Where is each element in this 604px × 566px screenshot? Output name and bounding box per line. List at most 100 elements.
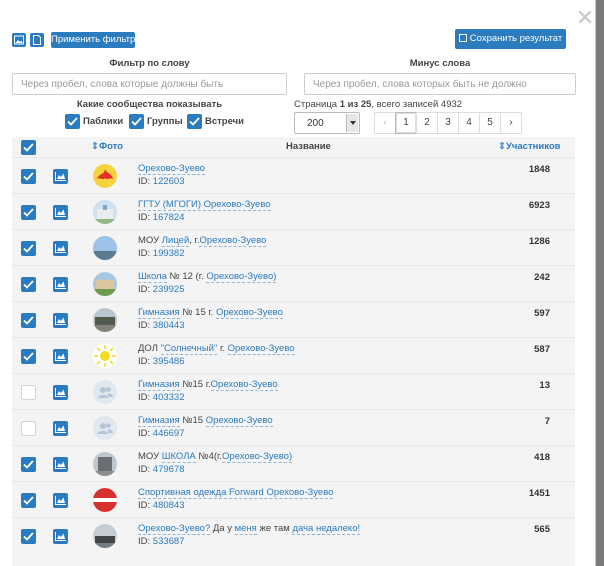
stats-button[interactable] [53, 529, 68, 544]
id-value[interactable]: 403332 [153, 392, 185, 403]
id-value[interactable]: 380443 [153, 320, 185, 331]
community-link[interactable]: дача недалеко! [292, 523, 361, 535]
community-link[interactable]: Гимназия [138, 379, 180, 391]
id-prefix: ID: [138, 320, 153, 331]
avatar[interactable] [93, 488, 117, 512]
page-2-button[interactable]: 2 [416, 112, 438, 134]
row-checkbox[interactable] [21, 529, 36, 544]
row-checkbox[interactable] [21, 493, 36, 508]
row-checkbox[interactable] [21, 457, 36, 472]
image-view-button[interactable] [12, 33, 26, 47]
community-link[interactable]: Спортивная одежда Forward Орехово-Зуево [138, 487, 334, 499]
check-icon [23, 280, 34, 289]
minus-words-input[interactable] [304, 73, 576, 95]
row-checkbox[interactable] [21, 169, 36, 184]
avatar[interactable] [93, 308, 117, 332]
row-checkbox[interactable] [21, 421, 36, 436]
avatar[interactable] [93, 524, 117, 548]
id-value[interactable]: 533687 [153, 536, 185, 547]
per-page-select[interactable]: 200 [294, 112, 360, 134]
community-link[interactable]: "Солнечный" [160, 343, 218, 355]
member-count: 6923 [528, 200, 550, 211]
stats-button[interactable] [53, 385, 68, 400]
prev-page-button[interactable]: ‹ [374, 112, 396, 134]
avatar[interactable] [93, 416, 117, 440]
member-count: 7 [544, 416, 550, 427]
community-link[interactable]: Орехово-Зуево [227, 343, 295, 355]
meetings-checkbox[interactable] [187, 114, 202, 129]
page-5-button[interactable]: 5 [479, 112, 501, 134]
avatar[interactable] [93, 272, 117, 296]
table-row: Орехово-Зуево? Да у меня же там дача нед… [12, 517, 575, 553]
stats-button[interactable] [53, 493, 68, 508]
next-page-button[interactable]: › [500, 112, 522, 134]
word-filter-input[interactable] [12, 73, 287, 95]
community-link[interactable]: Гимназия [138, 415, 180, 427]
document-view-button[interactable] [30, 33, 44, 47]
community-types-label: Какие сообщества показывать [76, 99, 223, 110]
community-link[interactable]: ШКОЛА [161, 451, 196, 463]
bar-chart-icon [55, 424, 66, 433]
community-id: ID: 199382 [138, 248, 184, 259]
check-icon [189, 117, 200, 126]
community-link[interactable]: Орехово-Зуево [210, 379, 278, 391]
stats-button[interactable] [53, 205, 68, 220]
page-4-button[interactable]: 4 [458, 112, 480, 134]
stats-button[interactable] [53, 169, 68, 184]
community-link[interactable]: Гимназия [138, 307, 180, 319]
avatar[interactable] [93, 164, 117, 188]
id-value[interactable]: 480843 [153, 500, 185, 511]
id-value[interactable]: 122603 [153, 176, 185, 187]
row-checkbox[interactable] [21, 385, 36, 400]
row-checkbox[interactable] [21, 241, 36, 256]
community-link[interactable]: Орехово-Зуево [215, 307, 283, 319]
avatar[interactable] [93, 452, 117, 476]
stats-button[interactable] [53, 313, 68, 328]
community-link[interactable]: Орехово-Зуево) [222, 451, 293, 463]
close-icon[interactable]: ✕ [574, 7, 596, 30]
community-link[interactable]: Орехово-Зуево? [138, 523, 211, 535]
apply-filter-button[interactable]: Применить фильтр [51, 32, 135, 48]
page-1-button[interactable]: 1 [395, 112, 417, 134]
community-link[interactable]: Орехово-Зуево) [206, 271, 277, 283]
row-checkbox[interactable] [21, 349, 36, 364]
row-checkbox[interactable] [21, 205, 36, 220]
row-checkbox[interactable] [21, 313, 36, 328]
avatar[interactable] [93, 380, 117, 404]
community-id: ID: 167824 [138, 212, 184, 223]
stats-button[interactable] [53, 457, 68, 472]
check-icon [23, 244, 34, 253]
community-link[interactable]: Орехово-Зуево [205, 415, 273, 427]
id-value[interactable]: 395486 [153, 356, 185, 367]
publics-checkbox[interactable] [65, 114, 80, 129]
id-value[interactable]: 167824 [153, 212, 185, 223]
avatar[interactable] [93, 344, 117, 368]
stats-button[interactable] [53, 277, 68, 292]
community-link[interactable]: Орехово-Зуево [138, 163, 205, 175]
community-link[interactable]: ГГТУ (МГОГИ) Орехово-Зуево [138, 199, 271, 211]
id-value[interactable]: 479678 [153, 464, 185, 475]
page-3-button[interactable]: 3 [437, 112, 459, 134]
id-value[interactable]: 239925 [153, 284, 185, 295]
member-count: 242 [534, 272, 550, 283]
community-link[interactable]: Орехово-Зуево [199, 235, 267, 247]
stats-button[interactable] [53, 421, 68, 436]
community-link[interactable]: Школа [138, 271, 167, 283]
page-info-current: 1 из 25 [339, 99, 372, 110]
member-count: 1848 [528, 164, 550, 175]
groups-checkbox[interactable] [129, 114, 144, 129]
bar-chart-icon [55, 316, 66, 325]
stats-button[interactable] [53, 241, 68, 256]
row-checkbox[interactable] [21, 277, 36, 292]
members-column-header[interactable]: ⇕Участников [498, 141, 560, 152]
select-all-checkbox[interactable] [21, 140, 36, 155]
photo-column-header[interactable]: ⇕Фото [91, 141, 123, 152]
id-value[interactable]: 199382 [153, 248, 185, 259]
save-result-button[interactable]: Сохранить результат [455, 29, 566, 49]
stats-button[interactable] [53, 349, 68, 364]
avatar[interactable] [93, 236, 117, 260]
community-link[interactable]: Лицей [161, 235, 190, 247]
community-link[interactable]: меня [234, 523, 257, 535]
id-value[interactable]: 446697 [153, 428, 185, 439]
avatar[interactable] [93, 200, 117, 224]
